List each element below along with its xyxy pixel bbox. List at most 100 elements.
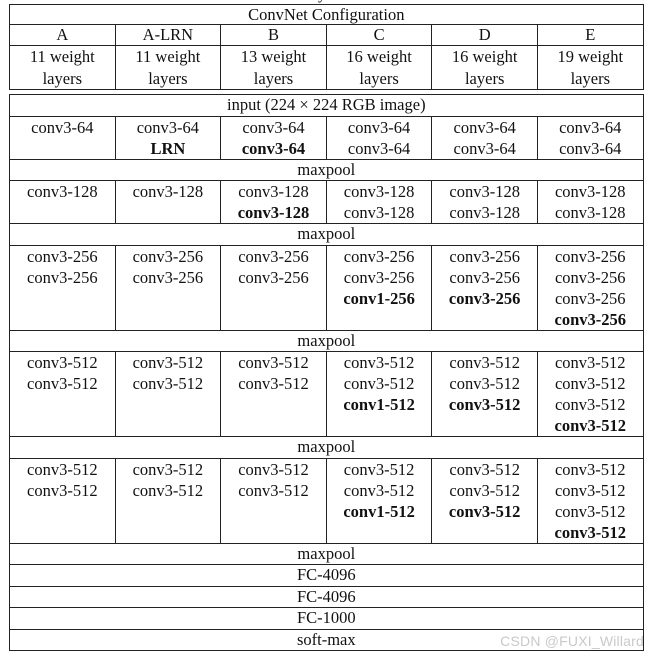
weight-label: layers	[42, 68, 82, 88]
maxpool-layer: maxpool	[9, 329, 644, 352]
layer: conv3-64	[347, 117, 411, 137]
layer: conv3-512	[343, 480, 415, 500]
weight-count: 11 weight	[29, 47, 95, 66]
layer: conv3-512	[132, 459, 204, 479]
conv-block-cell: conv3-128 conv3-128	[536, 180, 644, 224]
maxpool-layer: maxpool	[9, 542, 644, 565]
maxpool-layer-row: maxpool	[9, 436, 644, 459]
conv-block-cell: conv3-512 conv3-512	[220, 457, 327, 544]
layer: conv3-128	[343, 182, 415, 201]
layer: conv3-512	[554, 459, 626, 479]
fc-layer: FC-1000	[9, 607, 644, 630]
layer: conv3-64	[453, 117, 516, 137]
layer: conv3-128	[554, 203, 626, 222]
conv-block-cell: conv3-64 conv3-64	[536, 115, 644, 160]
weight-count: 16 weight	[451, 47, 518, 66]
added-layer: conv3-64	[241, 138, 306, 158]
layer: conv3-128	[238, 182, 309, 201]
layer: conv3-64	[31, 117, 94, 137]
layer: conv3-512	[132, 353, 204, 372]
fc-layer-row: FC-4096	[9, 564, 644, 587]
layer: conv3-128	[132, 182, 204, 201]
conv-block-cell: conv3-256 conv3-256 conv3-256	[431, 244, 538, 331]
layer: conv3-512	[27, 374, 98, 393]
layer: conv3-128	[449, 203, 520, 222]
layer: conv3-256	[132, 246, 204, 266]
added-layer: conv3-256	[554, 309, 627, 329]
layer: conv3-512	[27, 459, 98, 479]
layer: conv3-512	[27, 353, 98, 372]
layer: conv3-128	[554, 182, 626, 201]
added-layer: conv3-128	[237, 203, 310, 222]
config-layers-table: input (224 × 224 RGB image) conv3-64 conv3…	[9, 94, 644, 651]
maxpool-layer-row: maxpool	[9, 329, 644, 352]
conv-block-row: conv3-512 conv3-512 conv3-512 conv3-512 conv…	[9, 351, 644, 437]
conv-block-row: conv3-64 conv3-64 LRN conv3-64 conv3-64 conv3…	[9, 115, 644, 160]
conv-block-cell: conv3-256 conv3-256	[220, 244, 327, 331]
weight-layers-cell: 16 weight layers	[325, 45, 433, 90]
layer: conv3-256	[132, 267, 204, 287]
layer: conv3-512	[554, 395, 626, 414]
layer: conv3-128	[343, 203, 415, 222]
fc-layer-row: FC-4096	[9, 585, 644, 608]
layer: conv3-512	[238, 459, 309, 479]
fc-layer: FC-4096	[9, 585, 644, 608]
layer: conv3-256	[343, 267, 415, 287]
added-layer: conv3-512	[448, 395, 521, 414]
added-layer: conv3-256	[448, 288, 521, 308]
conv-block-cell: conv3-64	[9, 115, 116, 160]
conv-block-cell: conv3-64 conv3-64	[431, 115, 538, 160]
layer: conv3-512	[554, 353, 626, 372]
layer: conv3-256	[27, 267, 98, 287]
added-layer: conv3-512	[554, 416, 627, 435]
layer: conv3-256	[554, 288, 626, 308]
watermark: CSDN @FUXI_Willard	[500, 633, 644, 649]
weight-layers-cell: 13 weight layers	[220, 45, 327, 90]
conv-block-cell: conv3-256 conv3-256	[9, 244, 116, 331]
config-name: C	[325, 24, 433, 46]
conv-block-cell: conv3-128 conv3-128	[220, 180, 327, 224]
layer: conv3-512	[238, 353, 309, 372]
config-name: B	[220, 24, 327, 46]
maxpool-layer-row: maxpool	[9, 158, 644, 181]
config-name: A-LRN	[114, 24, 222, 46]
conv-block-cell: conv3-512 conv3-512	[114, 351, 222, 437]
layer: conv3-64	[559, 117, 622, 137]
conv-block-cell: conv3-512 conv3-512 conv1-512	[325, 351, 433, 437]
maxpool-layer-row: maxpool	[9, 542, 644, 565]
fc-layer-row: FC-1000	[9, 607, 644, 630]
added-layer: conv3-512	[554, 522, 627, 542]
added-layer: conv1-512	[343, 501, 415, 521]
layer: conv3-256	[449, 246, 520, 266]
input-layer-row: input (224 × 224 RGB image)	[9, 94, 644, 117]
weight-count: 13 weight	[240, 47, 307, 66]
maxpool-layer-row: maxpool	[9, 223, 644, 246]
layer: conv3-128	[449, 182, 520, 201]
conv-block-cell: conv3-512 conv3-512	[9, 457, 116, 544]
config-header-table: ConvNet Configuration A A-LRN B C D E 11…	[9, 4, 644, 90]
layer: conv3-512	[554, 501, 626, 521]
conv-block-cell: conv3-512 conv3-512 conv3-512	[431, 351, 538, 437]
conv-block-cell: conv3-512 conv3-512 conv3-512	[431, 457, 538, 544]
conv-block-cell: conv3-512 conv3-512	[114, 457, 222, 544]
maxpool-layer: maxpool	[9, 436, 644, 459]
weight-label: layers	[253, 68, 294, 88]
conv-block-cell: conv3-64 conv3-64	[325, 115, 433, 160]
weight-count: 19 weight	[557, 47, 624, 66]
conv-block-cell: conv3-64 conv3-64	[220, 115, 327, 160]
layer: conv3-512	[343, 374, 415, 393]
added-layer: conv3-512	[448, 501, 521, 521]
conv-block-cell: conv3-256 conv3-256 conv3-256 conv3-256	[536, 244, 644, 331]
layer: conv3-512	[238, 480, 309, 500]
layer: conv3-64	[136, 117, 200, 137]
layer: conv3-512	[554, 374, 626, 393]
layer: conv3-512	[238, 374, 309, 393]
added-layer: LRN	[150, 138, 186, 158]
config-names-row: A A-LRN B C D E	[9, 24, 644, 46]
layer: conv3-256	[554, 246, 626, 266]
conv-block-cell: conv3-64 LRN	[114, 115, 222, 160]
weight-layers-cell: 11 weight layers	[9, 45, 116, 90]
layer: conv3-512	[449, 374, 520, 393]
conv-block-cell: conv3-512 conv3-512	[220, 351, 327, 437]
table-title: ConvNet Configuration	[9, 4, 644, 25]
